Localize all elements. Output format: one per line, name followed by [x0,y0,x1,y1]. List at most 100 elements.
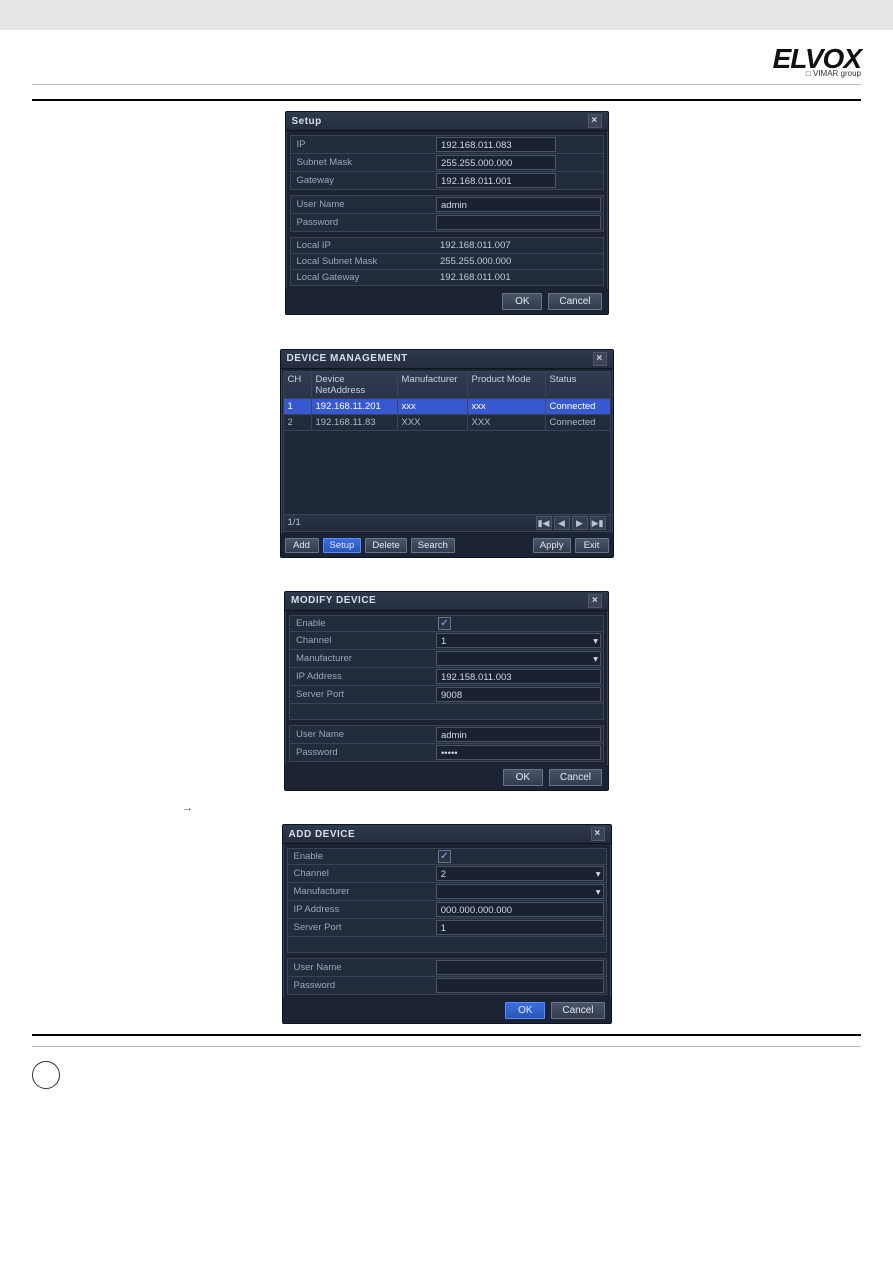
ok-button[interactable]: OK [503,769,543,786]
user-label: User Name [290,726,434,743]
page-number-circle [32,1061,60,1089]
pass-label: Password [288,977,434,994]
setup-title: Setup [292,116,322,127]
modify-titlebar: MODIFY DEVICE × [285,592,608,611]
subnet-label: Subnet Mask [291,154,435,171]
pass-field[interactable]: ••••• [436,745,601,760]
divider-top [32,84,861,85]
enable-label: Enable [290,616,434,631]
channel-select[interactable]: 1▾ [436,633,601,648]
divider-section [32,99,861,101]
close-icon[interactable]: × [588,594,602,608]
mf-label: Manufacturer [290,650,434,667]
ip-label: IP Address [288,901,434,918]
pass-label: Password [290,744,434,761]
port-label: Server Port [290,686,434,703]
chevron-down-icon: ▾ [593,653,598,666]
dm-table: CH Device NetAddress Manufacturer Produc… [283,371,611,532]
localip-value: 192.168.011.007 [436,240,515,251]
port-label: Server Port [288,919,434,936]
body-text-2 [32,325,861,340]
close-icon[interactable]: × [591,827,605,841]
user-field[interactable]: admin [436,727,601,742]
search-button[interactable]: Search [411,538,455,553]
localsubnet-label: Local Subnet Mask [291,254,435,269]
brand-logo: ELVOX □ VIMAR group [773,46,861,78]
user-label: User Name [288,959,434,976]
setup-button[interactable]: Setup [323,538,362,553]
cancel-button[interactable]: Cancel [549,769,602,786]
first-page-icon[interactable]: ▮◀ [536,516,552,530]
close-icon[interactable]: × [588,114,602,128]
ip-field[interactable]: 192.158.011.003 [436,669,601,684]
device-management-dialog: DEVICE MANAGEMENT × CH Device NetAddress… [280,349,614,558]
user-field[interactable]: admin [436,197,600,212]
mf-select[interactable]: ▾ [436,651,601,666]
setup-dialog: Setup × IP192.168.011.083 Subnet Mask255… [285,111,609,315]
enable-label: Enable [288,849,434,864]
table-row[interactable]: 1 192.168.11.201 xxx xxx Connected [284,398,610,414]
ip-field[interactable]: 192.168.011.083 [436,137,556,152]
add-device-dialog: ADD DEVICE × Enable ✓ Channel2▾ Manufactu… [282,824,612,1024]
user-field[interactable] [436,960,604,975]
mf-label: Manufacturer [288,883,434,900]
header: ELVOX □ VIMAR group [32,40,861,80]
col-pm: Product Mode [468,372,546,398]
top-bar [0,0,893,30]
ip-label: IP Address [290,668,434,685]
add-button[interactable]: Add [285,538,319,553]
channel-label: Channel [288,865,434,882]
gateway-label: Gateway [291,172,435,189]
prev-page-icon[interactable]: ◀ [554,516,570,530]
dm-title: DEVICE MANAGEMENT [287,353,408,364]
dm-empty-rows [284,430,610,514]
page-content: ELVOX □ VIMAR group Setup × IP192.168.01… [0,30,893,1109]
gateway-field[interactable]: 192.168.011.001 [436,173,556,188]
dm-header-row: CH Device NetAddress Manufacturer Produc… [284,372,610,398]
next-page-icon[interactable]: ▶ [572,516,588,530]
logo-text: ELVOX [773,46,861,71]
table-row[interactable]: 2 192.168.11.83 XXX XXX Connected [284,414,610,430]
exit-button[interactable]: Exit [575,538,609,553]
add-titlebar: ADD DEVICE × [283,825,611,844]
setup-titlebar: Setup × [286,112,608,131]
pass-field[interactable] [436,215,600,230]
channel-select[interactable]: 2▾ [436,866,604,881]
add-title: ADD DEVICE [289,829,356,840]
ip-field[interactable]: 000.000.000.000 [436,902,604,917]
pass-field[interactable] [436,978,604,993]
col-ip: Device NetAddress [312,372,398,398]
ok-button[interactable]: OK [502,293,542,310]
dm-titlebar: DEVICE MANAGEMENT × [281,350,613,369]
col-mf: Manufacturer [398,372,468,398]
port-field[interactable]: 1 [436,920,604,935]
col-ch: CH [284,372,312,398]
divider-foot-heavy [32,1034,861,1036]
pass-label: Password [291,214,435,231]
chevron-down-icon: ▾ [596,868,601,881]
cancel-button[interactable]: Cancel [551,1002,604,1019]
apply-button[interactable]: Apply [533,538,571,553]
chevron-down-icon: ▾ [596,886,601,899]
localsubnet-value: 255.255.000.000 [436,256,515,267]
port-field[interactable]: 9008 [436,687,601,702]
enable-checkbox[interactable]: ✓ [438,617,451,630]
chevron-down-icon: ▾ [593,635,598,648]
subnet-field[interactable]: 255.255.000.000 [436,155,556,170]
col-st: Status [546,372,610,398]
localip-label: Local IP [291,238,435,253]
delete-button[interactable]: Delete [365,538,406,553]
arrow-icon: → [182,802,193,814]
close-icon[interactable]: × [593,352,607,366]
channel-label: Channel [290,632,434,649]
user-label: User Name [291,196,435,213]
mf-select[interactable]: ▾ [436,884,604,899]
body-text-4: → [182,801,861,816]
page-indicator: 1/1 [288,517,301,528]
modify-device-dialog: MODIFY DEVICE × Enable ✓ Channel1▾ Manufa… [284,591,609,791]
enable-checkbox[interactable]: ✓ [438,850,451,863]
localgw-label: Local Gateway [291,270,435,285]
cancel-button[interactable]: Cancel [548,293,601,310]
last-page-icon[interactable]: ▶▮ [590,516,606,530]
ok-button[interactable]: OK [505,1002,545,1019]
